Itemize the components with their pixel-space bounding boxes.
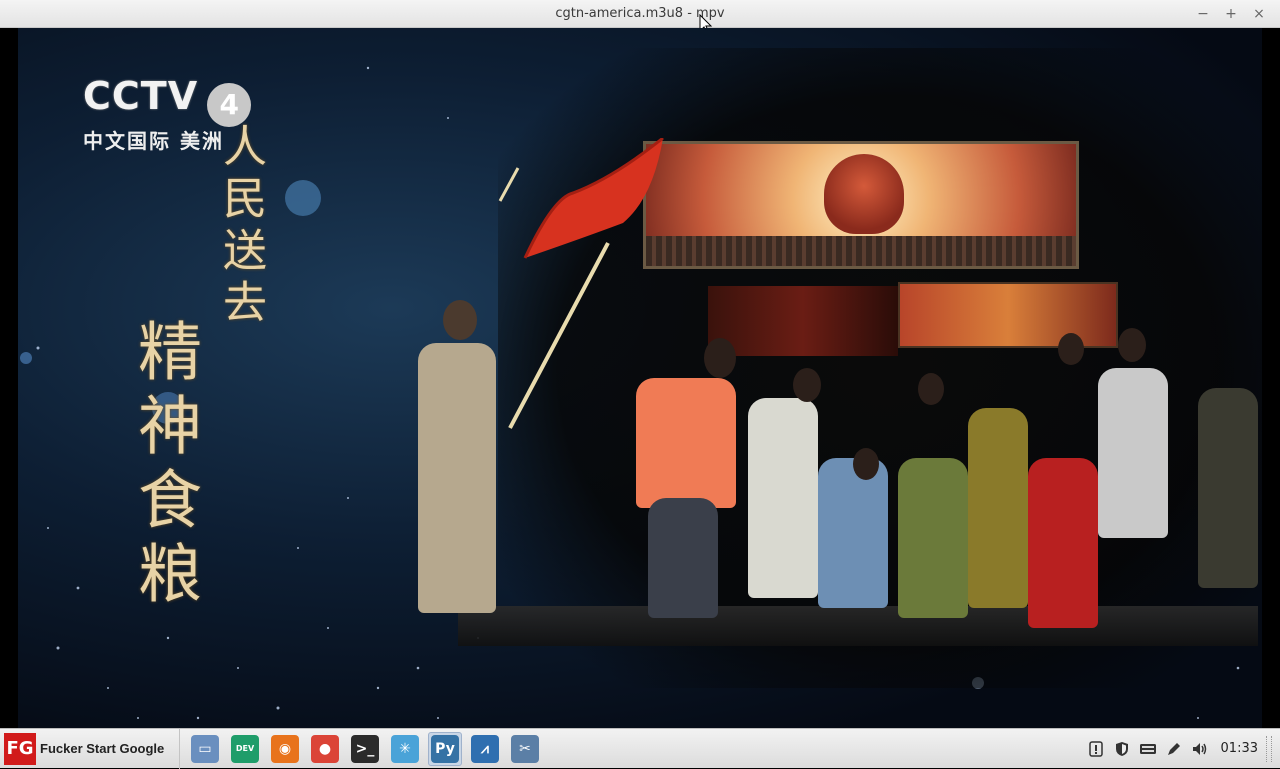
window-titlebar[interactable]: cgtn-america.m3u8 - mpv − + ×: [0, 0, 1280, 28]
billboard-crowd: [646, 236, 1076, 266]
notification-icon[interactable]: [1087, 740, 1105, 758]
clock[interactable]: 01:33: [1221, 741, 1258, 756]
close-button[interactable]: ×: [1248, 4, 1270, 24]
start-label: Fucker Start Google: [40, 741, 165, 756]
taskbar: FG Fucker Start Google ▭ DEV ◉ ● >_ ✳ Py ⩘ ✂ 01:…: [0, 728, 1280, 769]
keyboard-icon[interactable]: [1139, 740, 1157, 758]
launcher-chrome[interactable]: ●: [308, 732, 342, 766]
edge-dev-icon: DEV: [231, 734, 259, 763]
launcher-file-manager[interactable]: ▭: [188, 732, 222, 766]
settings-snowflake-icon: ✳: [391, 734, 419, 763]
system-tray: 01:33: [1087, 735, 1280, 762]
system-monitor-icon: ⩘: [471, 734, 499, 763]
flag-pole: [498, 167, 610, 429]
stage-floor: [458, 606, 1258, 646]
maximize-button[interactable]: +: [1220, 4, 1242, 24]
channel-logo-brand: CCTV: [83, 74, 199, 118]
stage-poster-red: [898, 282, 1118, 348]
launcher-system-monitor[interactable]: ⩘: [468, 732, 502, 766]
python-icon: Py: [431, 734, 459, 763]
video-frame: CCTV 4 中文国际 美洲 人民送去 精神食粮: [18, 28, 1262, 728]
launcher-bar: ▭ DEV ◉ ● >_ ✳ Py ⩘ ✂: [188, 731, 542, 766]
launcher-firefox[interactable]: ◉: [268, 732, 302, 766]
pen-tool-icon[interactable]: [1165, 740, 1183, 758]
launcher-terminal[interactable]: >_: [348, 732, 382, 766]
minimize-button[interactable]: −: [1192, 4, 1214, 24]
terminal-icon: >_: [351, 734, 379, 763]
launcher-python[interactable]: Py: [428, 731, 462, 766]
video-player[interactable]: CCTV 4 中文国际 美洲 人民送去 精神食粮: [0, 28, 1280, 728]
launcher-settings-snowflake[interactable]: ✳: [388, 732, 422, 766]
firefox-icon: ◉: [271, 734, 299, 763]
show-desktop-handle[interactable]: [1266, 735, 1272, 762]
caption-large: 精神食粮: [127, 318, 201, 614]
portrait-figure: [824, 154, 904, 234]
launcher-edge-dev[interactable]: DEV: [228, 732, 262, 766]
start-button[interactable]: FG Fucker Start Google: [0, 728, 180, 769]
volume-icon[interactable]: [1191, 740, 1209, 758]
shield-icon[interactable]: [1113, 740, 1131, 758]
channel-logo-number: 4: [207, 82, 252, 127]
stage-poster-dark: [708, 286, 898, 356]
portrait-billboard: [643, 141, 1079, 269]
tool-icon: ✂: [511, 734, 539, 763]
launcher-tool[interactable]: ✂: [508, 732, 542, 766]
chrome-icon: ●: [311, 734, 339, 763]
caption-small: 人民送去: [215, 123, 266, 331]
file-manager-icon: ▭: [191, 734, 219, 763]
start-logo-icon: FG: [4, 732, 36, 765]
window-title: cgtn-america.m3u8 - mpv: [555, 6, 725, 21]
